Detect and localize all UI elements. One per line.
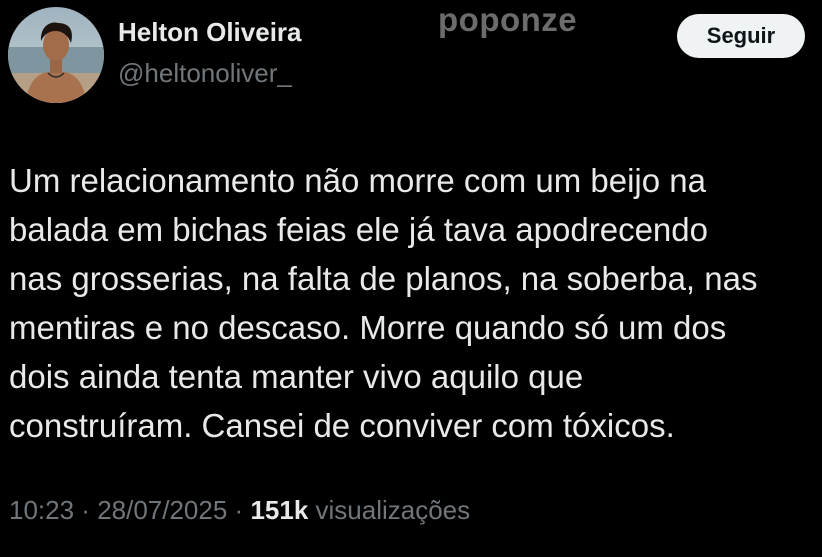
tweet-time[interactable]: 10:23 — [9, 495, 74, 525]
author-handle[interactable]: @heltonoliver_ — [118, 58, 292, 89]
tweet-date[interactable]: 28/07/2025 — [97, 495, 227, 525]
tweet-text-line: Um relacionamento não morre com um beijo… — [9, 162, 706, 199]
views-label: visualizações — [308, 495, 471, 525]
avatar[interactable] — [8, 7, 104, 103]
tweet-metadata: 10:23 · 28/07/2025 · 151k visualizações — [9, 495, 470, 526]
follow-button[interactable]: Seguir — [677, 14, 805, 58]
meta-separator: · — [74, 495, 98, 525]
meta-separator: · — [227, 495, 251, 525]
author-display-name[interactable]: Helton Oliveira — [118, 17, 302, 48]
views-count: 151k — [250, 495, 309, 525]
tweet-text: Um relacionamento não morre com um beijo… — [9, 156, 815, 450]
tweet-text-line: dois ainda tenta manter vivo aquilo que — [9, 358, 584, 395]
tweet-text-line: balada em bichas feias ele já tava apodr… — [9, 211, 708, 248]
watermark: poponze — [438, 1, 578, 38]
tweet-card: Helton Oliveira @heltonoliver_ poponze S… — [0, 0, 822, 557]
profile-photo-icon — [8, 7, 104, 103]
tweet-text-line: construíram. Cansei de conviver com tóxi… — [9, 407, 675, 444]
tweet-text-line: nas grosserias, na falta de planos, na s… — [9, 260, 758, 297]
tweet-text-line: mentiras e no descaso. Morre quando só u… — [9, 309, 727, 346]
